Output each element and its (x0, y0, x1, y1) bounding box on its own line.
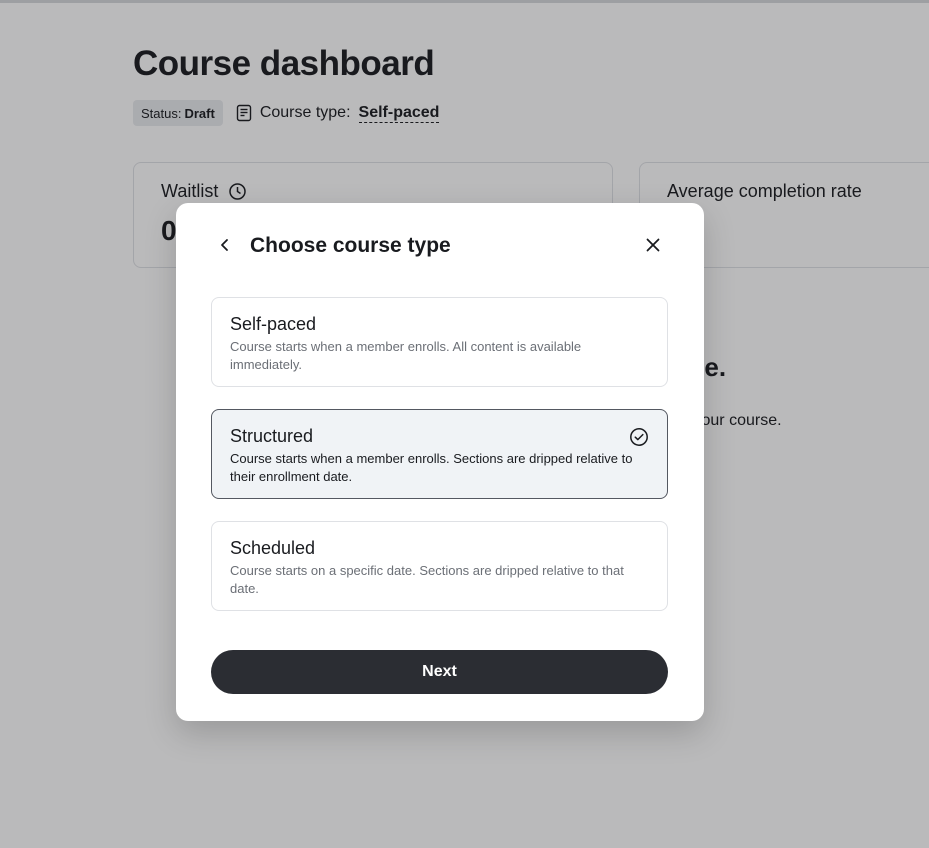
option-scheduled[interactable]: Scheduled Course starts on a specific da… (211, 521, 668, 611)
close-icon (645, 237, 661, 253)
option-self-paced[interactable]: Self-paced Course starts when a member e… (211, 297, 668, 387)
check-circle-icon (629, 427, 649, 447)
next-button[interactable]: Next (211, 650, 668, 694)
option-title: Scheduled (230, 538, 316, 558)
option-structured[interactable]: Structured Course starts when a member e… (211, 409, 668, 499)
back-button[interactable] (213, 233, 237, 257)
close-button[interactable] (641, 233, 665, 257)
modal-title: Choose course type (250, 234, 451, 257)
option-description: Course starts when a member enrolls. Sec… (230, 451, 633, 484)
choose-course-type-modal: Choose course type Self-paced Course sta… (176, 203, 704, 721)
option-description: Course starts on a specific date. Sectio… (230, 563, 624, 596)
option-title: Structured (230, 426, 314, 446)
option-description: Course starts when a member enrolls. All… (230, 339, 582, 372)
chevron-left-icon (217, 237, 233, 253)
option-title: Self-paced (230, 314, 317, 334)
